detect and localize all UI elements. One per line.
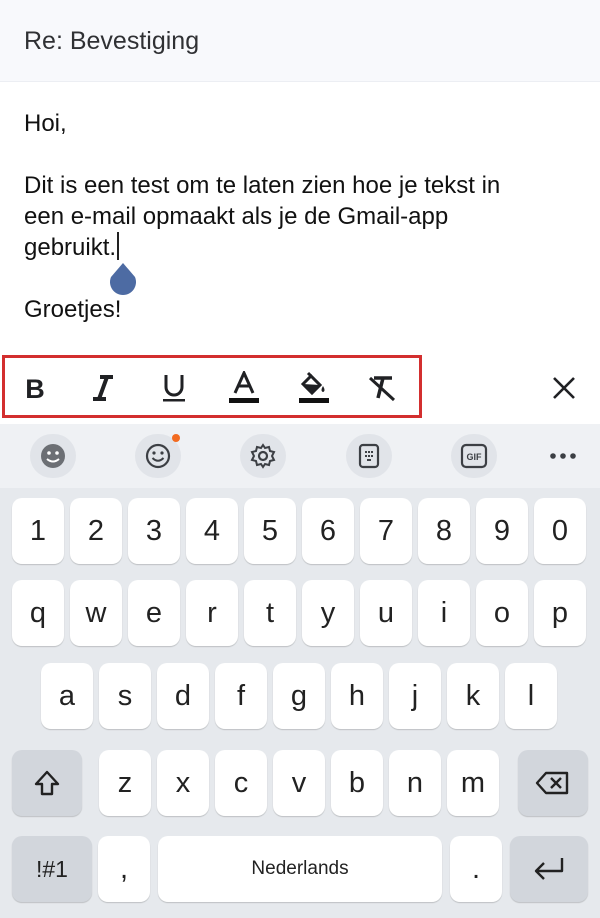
key-e[interactable]: e <box>128 580 180 646</box>
text-color-icon <box>229 371 259 403</box>
key-g[interactable]: g <box>273 663 325 729</box>
gif-button[interactable]: GIF <box>451 434 497 478</box>
gif-label: GIF <box>467 452 483 462</box>
key-2[interactable]: 2 <box>70 498 122 564</box>
backspace-key[interactable] <box>518 750 588 816</box>
key-q[interactable]: q <box>12 580 64 646</box>
key-l[interactable]: l <box>505 663 557 729</box>
underline-button[interactable] <box>149 360 199 416</box>
key-1[interactable]: 1 <box>12 498 64 564</box>
body-line-1: Dit is een test om te laten zien hoe je … <box>24 172 501 199</box>
comma-key[interactable]: , <box>98 836 150 902</box>
space-key[interactable]: Nederlands <box>158 836 442 902</box>
key-i[interactable]: i <box>418 580 470 646</box>
body-line-2: een e-mail opmaakt als je de Gmail-app <box>24 203 449 230</box>
key-m[interactable]: m <box>447 750 499 816</box>
key-6[interactable]: 6 <box>302 498 354 564</box>
subject-text: Re: Bevestiging <box>24 27 200 55</box>
key-0[interactable]: 0 <box>534 498 586 564</box>
enter-key[interactable] <box>510 836 588 902</box>
settings-icon <box>250 443 276 469</box>
period-key[interactable]: . <box>450 836 502 902</box>
cursor-handle[interactable] <box>108 263 138 296</box>
body-line-3: gebruikt. <box>24 234 117 261</box>
emoji-face-button[interactable] <box>30 434 76 478</box>
bold-button[interactable]: B <box>10 360 60 416</box>
key-5[interactable]: 5 <box>244 498 296 564</box>
backspace-icon <box>535 771 569 795</box>
key-k[interactable]: k <box>447 663 499 729</box>
underline-icon <box>163 375 185 402</box>
key-3[interactable]: 3 <box>128 498 180 564</box>
text-cursor <box>117 232 120 260</box>
key-r[interactable]: r <box>186 580 238 646</box>
key-d[interactable]: d <box>157 663 209 729</box>
clear-formatting-button[interactable] <box>357 360 407 416</box>
clipboard-icon <box>358 443 380 469</box>
fill-color-icon <box>299 371 329 403</box>
shift-key[interactable] <box>12 750 82 816</box>
key-v[interactable]: v <box>273 750 325 816</box>
key-9[interactable]: 9 <box>476 498 528 564</box>
key-x[interactable]: x <box>157 750 209 816</box>
greeting-line: Hoi, <box>24 110 67 137</box>
key-o[interactable]: o <box>476 580 528 646</box>
close-format-button[interactable] <box>539 360 589 416</box>
gif-icon: GIF <box>460 443 488 469</box>
key-4[interactable]: 4 <box>186 498 238 564</box>
key-z[interactable]: z <box>99 750 151 816</box>
close-icon <box>553 377 575 399</box>
keyboard-toolbar <box>0 424 600 488</box>
emoji-face-icon <box>41 444 65 468</box>
key-w[interactable]: w <box>70 580 122 646</box>
notification-badge <box>172 434 180 442</box>
symbols-key[interactable]: !#1 <box>12 836 92 902</box>
key-p[interactable]: p <box>534 580 586 646</box>
key-n[interactable]: n <box>389 750 441 816</box>
more-icon <box>550 453 576 459</box>
settings-button[interactable] <box>240 434 286 478</box>
key-a[interactable]: a <box>41 663 93 729</box>
key-7[interactable]: 7 <box>360 498 412 564</box>
italic-button[interactable] <box>78 360 128 416</box>
key-f[interactable]: f <box>215 663 267 729</box>
key-b[interactable]: b <box>331 750 383 816</box>
key-8[interactable]: 8 <box>418 498 470 564</box>
key-t[interactable]: t <box>244 580 296 646</box>
key-u[interactable]: u <box>360 580 412 646</box>
fill-color-button[interactable] <box>289 360 339 416</box>
emoji-icon <box>145 443 171 469</box>
key-c[interactable]: c <box>215 750 267 816</box>
key-s[interactable]: s <box>99 663 151 729</box>
clear-formatting-icon <box>368 376 396 402</box>
more-button[interactable] <box>540 434 586 478</box>
text-color-button[interactable] <box>219 360 269 416</box>
key-y[interactable]: y <box>302 580 354 646</box>
key-h[interactable]: h <box>331 663 383 729</box>
key-j[interactable]: j <box>389 663 441 729</box>
shift-icon <box>34 770 60 796</box>
bold-icon: B <box>25 374 45 403</box>
svg-text:B: B <box>25 374 45 403</box>
clipboard-button[interactable] <box>346 434 392 478</box>
enter-icon <box>534 858 564 880</box>
subject-bar[interactable]: Re: Bevestiging <box>0 0 600 82</box>
italic-icon <box>93 375 113 401</box>
closing-line: Groetjes! <box>24 296 122 323</box>
